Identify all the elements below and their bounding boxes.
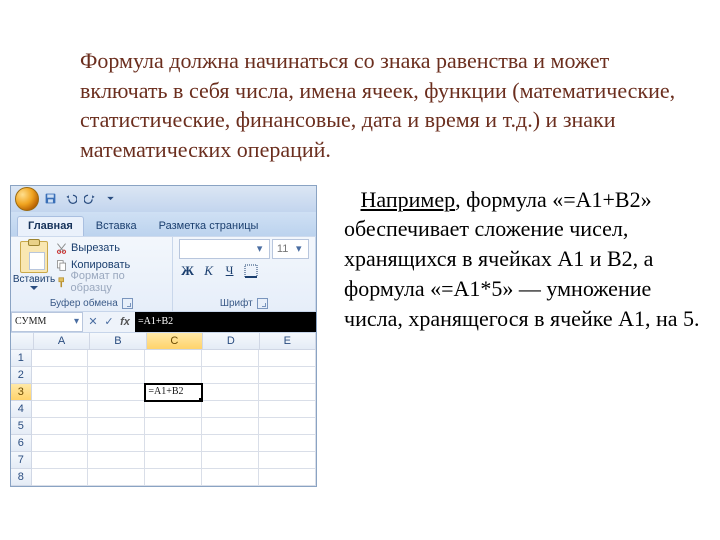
col-header[interactable]: D [203, 333, 259, 350]
border-button[interactable] [242, 262, 260, 280]
font-size-value: 11 [277, 243, 288, 255]
group-clipboard: Вставить Вырезать Копировать [11, 237, 173, 311]
redo-icon[interactable] [81, 190, 99, 208]
group-font-label: Шрифт [220, 298, 253, 309]
format-painter-button[interactable]: Формат по образцу [55, 274, 166, 291]
col-header[interactable]: E [260, 333, 316, 350]
ribbon-tabs: Главная Вставка Разметка страницы [11, 212, 316, 236]
save-icon[interactable] [41, 190, 59, 208]
excel-screenshot: Главная Вставка Разметка страницы Встави… [10, 185, 320, 487]
office-button-icon[interactable] [15, 187, 39, 211]
font-family-combo[interactable]: ▾ [179, 239, 270, 259]
row-header[interactable]: 4 [11, 401, 32, 418]
slide-heading: Формула должна начинаться со знака равен… [80, 46, 700, 165]
row-header[interactable]: 2 [11, 367, 32, 384]
enter-icon[interactable]: ✓ [102, 315, 116, 328]
ribbon: Вставить Вырезать Копировать [11, 236, 316, 311]
col-header[interactable]: B [90, 333, 146, 350]
name-box[interactable]: СУММ▾ [11, 312, 83, 332]
tab-home[interactable]: Главная [17, 216, 84, 236]
qat-dropdown-icon[interactable] [101, 190, 119, 208]
dialog-launcher-icon[interactable] [257, 298, 268, 309]
example-lead: Например [361, 187, 456, 212]
tab-page-layout[interactable]: Разметка страницы [149, 217, 269, 236]
paste-button[interactable]: Вставить [17, 239, 51, 291]
brush-icon [55, 276, 68, 289]
col-header[interactable]: C [147, 333, 203, 350]
row-header[interactable]: 8 [11, 469, 32, 486]
name-box-value: СУММ [15, 316, 46, 327]
formula-input[interactable]: =A1+B2 [135, 312, 316, 332]
chevron-down-icon [30, 286, 38, 291]
italic-button[interactable]: К [200, 262, 218, 280]
paste-icon [20, 241, 48, 273]
tab-insert[interactable]: Вставка [86, 217, 147, 236]
bold-button[interactable]: Ж [179, 262, 197, 280]
scissors-icon [55, 242, 68, 255]
col-header[interactable]: A [34, 333, 90, 350]
formula-bar: СУММ▾ ✕ ✓ fx =A1+B2 [11, 311, 316, 333]
fx-icon[interactable]: fx [118, 316, 132, 328]
active-cell[interactable]: =A1+B2 [145, 384, 202, 401]
paste-label: Вставить [13, 274, 55, 285]
example-paragraph: Например, формула «=А1+В2» обеспечивает … [344, 185, 700, 487]
row-header[interactable]: 3 [11, 384, 32, 401]
copy-icon [55, 259, 68, 272]
cancel-icon[interactable]: ✕ [86, 315, 100, 328]
excel-titlebar [11, 186, 316, 212]
undo-icon[interactable] [61, 190, 79, 208]
cut-label: Вырезать [71, 242, 120, 254]
dialog-launcher-icon[interactable] [122, 298, 133, 309]
select-all-corner[interactable] [11, 333, 34, 350]
cut-button[interactable]: Вырезать [55, 240, 166, 257]
row-header[interactable]: 1 [11, 350, 32, 367]
group-clipboard-label: Буфер обмена [50, 298, 118, 309]
row-header[interactable]: 6 [11, 435, 32, 452]
group-font: ▾ 11▾ Ж К Ч Шрифт [173, 237, 316, 311]
worksheet-grid[interactable]: A B C D E 1 2 3 =A1+B2 4 5 6 7 8 [11, 333, 316, 486]
row-header[interactable]: 5 [11, 418, 32, 435]
underline-button[interactable]: Ч [221, 262, 239, 280]
font-size-combo[interactable]: 11▾ [272, 239, 309, 259]
format-painter-label: Формат по образцу [71, 270, 166, 294]
row-header[interactable]: 7 [11, 452, 32, 469]
